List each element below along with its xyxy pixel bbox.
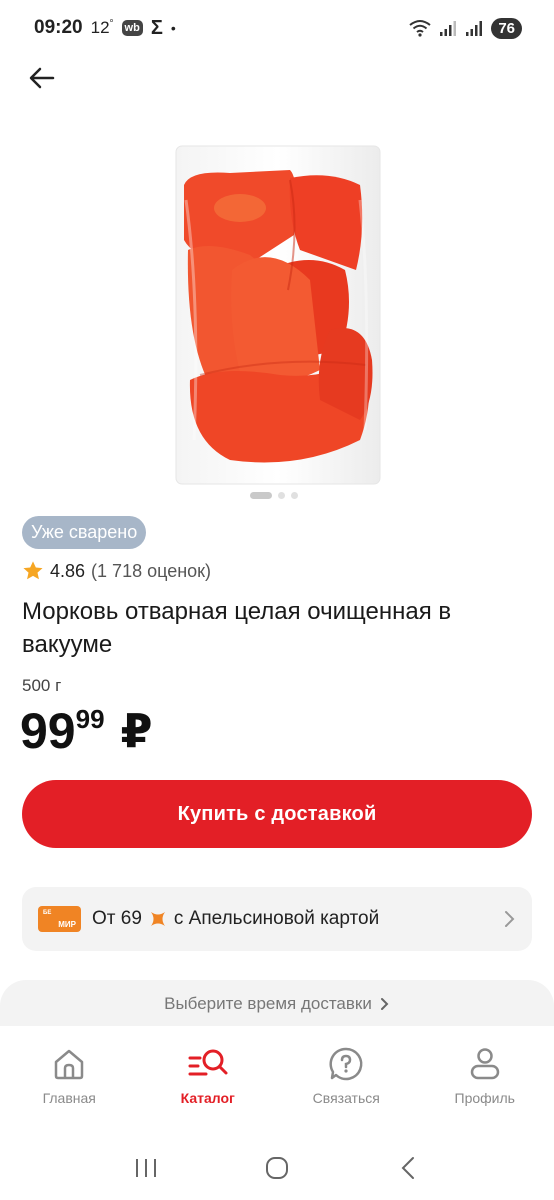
- price-kopecks: 99: [75, 704, 105, 734]
- star-icon: [23, 561, 43, 580]
- bottom-nav: Главная Каталог Связаться Профиль: [0, 1026, 554, 1132]
- wb-app-icon: wb: [121, 20, 143, 36]
- promo-suffix: с Апельсиновой картой: [173, 908, 380, 929]
- carousel-dot-active[interactable]: [250, 492, 272, 499]
- delivery-label: Выберите время доставки: [164, 994, 372, 1013]
- arrow-left-icon: [29, 67, 55, 89]
- sigma-icon: Σ: [150, 16, 163, 39]
- status-right: 76: [409, 17, 522, 39]
- product-image[interactable]: [170, 140, 386, 490]
- card-brand-text: МИР: [58, 920, 76, 929]
- home-circle-icon: [265, 1157, 288, 1179]
- rating-value: 4.86: [50, 560, 86, 581]
- product-tag: Уже сварено: [22, 516, 147, 549]
- card-top-text: БЕ: [43, 910, 52, 916]
- status-bar: 09:20 12° wb Σ • 76: [0, 0, 554, 56]
- chevron-right-icon: [505, 911, 515, 927]
- nav-label-profile: Профиль: [454, 1090, 515, 1106]
- nav-label-home: Главная: [42, 1090, 96, 1106]
- price-main: 99: [20, 703, 76, 759]
- help-chat-icon: [329, 1047, 363, 1081]
- wifi-icon: [409, 20, 431, 37]
- bonus-icon: [150, 912, 165, 926]
- delivery-time-selector[interactable]: Выберите время доставки: [0, 980, 554, 1028]
- rating-count: (1 718 оценок): [91, 560, 212, 581]
- price-currency: ₽: [120, 705, 153, 757]
- orange-card-promo[interactable]: БЕ МИР От 69 с Апельсиновой картой: [22, 887, 532, 951]
- system-nav-bar: [0, 1136, 554, 1200]
- nav-item-catalog[interactable]: Каталог: [139, 1026, 278, 1132]
- status-time: 09:20: [34, 17, 83, 38]
- mir-card-icon: БЕ МИР: [38, 906, 81, 932]
- carrot-pieces: [184, 170, 373, 463]
- degree-sign: °: [109, 18, 114, 30]
- signal-icon-2: [466, 21, 483, 36]
- promo-text: От 69 с Апельсиновой картой: [92, 908, 379, 930]
- notification-dot-icon: •: [170, 20, 176, 36]
- back-button[interactable]: [22, 60, 62, 96]
- promo-prefix: От 69: [92, 908, 142, 929]
- rating-row[interactable]: 4.86 (1 718 оценок): [22, 560, 211, 582]
- status-temperature: 12°: [91, 18, 114, 38]
- nav-item-home[interactable]: Главная: [0, 1026, 139, 1132]
- home-system-button[interactable]: [257, 1148, 297, 1188]
- carousel-dot[interactable]: [278, 492, 285, 499]
- profile-icon: [470, 1048, 499, 1080]
- carousel-dot[interactable]: [291, 492, 298, 499]
- chevron-right-icon: [380, 998, 389, 1010]
- battery-indicator: 76: [491, 17, 522, 39]
- status-left: 09:20 12° wb Σ •: [34, 17, 176, 40]
- product-price: 99 99 ₽: [20, 700, 153, 762]
- recent-apps-button[interactable]: [126, 1148, 166, 1188]
- home-icon: [55, 1049, 84, 1080]
- back-chevron-icon: [401, 1157, 415, 1179]
- recent-apps-icon: [135, 1159, 156, 1177]
- nav-item-contact[interactable]: Связаться: [277, 1026, 416, 1132]
- product-title: Морковь отварная целая очищенная в вакуу…: [22, 598, 452, 658]
- nav-label-catalog: Каталог: [180, 1090, 235, 1106]
- signal-icon-1: [440, 21, 457, 36]
- image-carousel-dots[interactable]: [250, 492, 298, 499]
- product-weight: 500 г: [22, 676, 62, 695]
- temperature-value: 12: [90, 18, 110, 37]
- catalog-search-icon: [188, 1049, 228, 1076]
- buy-with-delivery-button[interactable]: Купить с доставкой: [22, 780, 532, 848]
- nav-label-contact: Связаться: [312, 1090, 380, 1106]
- nav-item-profile[interactable]: Профиль: [416, 1026, 554, 1132]
- back-system-button[interactable]: [388, 1148, 428, 1188]
